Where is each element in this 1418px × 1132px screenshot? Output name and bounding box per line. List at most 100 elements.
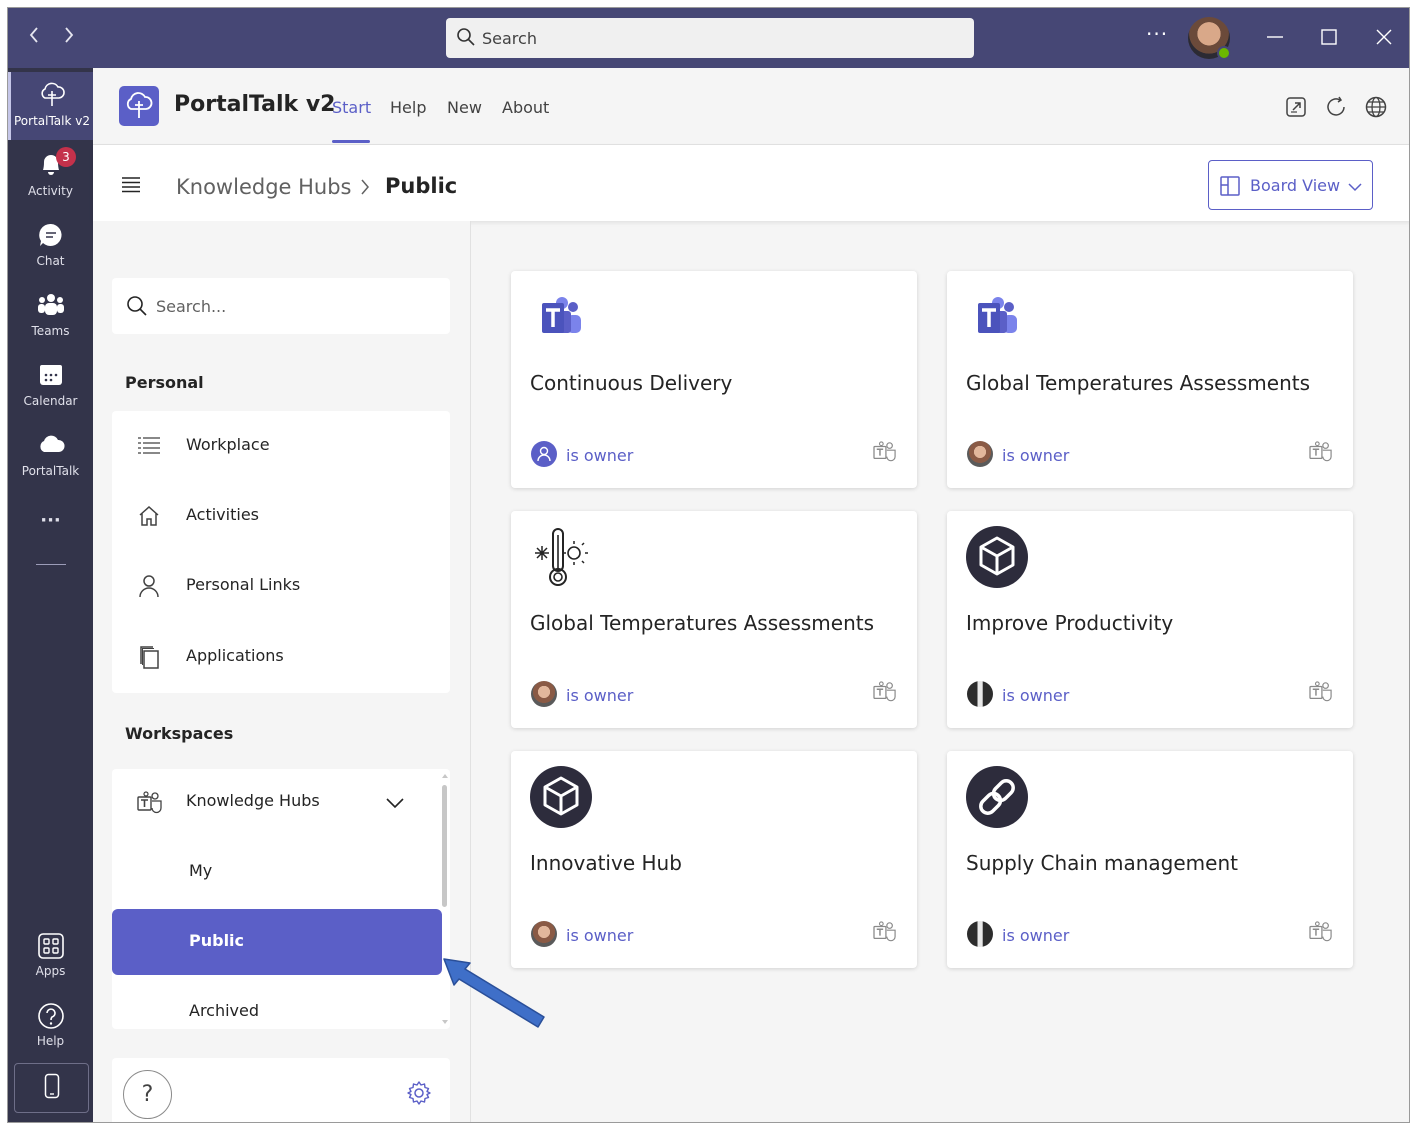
notification-badge: 3 — [56, 147, 76, 167]
workspace-item-my[interactable]: My — [112, 839, 442, 905]
teams-small-icon[interactable] — [873, 921, 897, 943]
owner-label: is owner — [1002, 926, 1070, 945]
board-view-label: Board View — [1250, 176, 1341, 195]
side-panel: Personal Workplace Activities Personal L… — [93, 221, 471, 1122]
owner-avatar — [967, 681, 993, 707]
global-search[interactable] — [446, 18, 974, 58]
tab-new[interactable]: New — [447, 98, 482, 117]
rail-label: Apps — [35, 964, 66, 978]
rail-label: PortalTalk v2 — [13, 114, 90, 128]
workspace-item-label: Public — [189, 931, 245, 950]
help-button[interactable]: ? — [123, 1070, 172, 1119]
workspace-card[interactable]: Innovative Hub is owner — [511, 751, 917, 968]
owner-label: is owner — [566, 446, 634, 465]
annotation-arrow-icon — [440, 955, 548, 1035]
card-title: Supply Chain management — [966, 851, 1238, 875]
tab-start[interactable]: Start — [332, 98, 371, 117]
gear-icon[interactable] — [406, 1080, 432, 1110]
nav-item-workplace[interactable]: Workplace — [112, 411, 450, 481]
rail-item-teams[interactable]: Teams — [8, 282, 93, 350]
board-view-dropdown[interactable]: Board View — [1208, 160, 1373, 210]
owner-label: is owner — [1002, 686, 1070, 705]
close-icon[interactable] — [1369, 22, 1399, 52]
workspaces-list: Knowledge Hubs My Public Archived — [112, 769, 450, 1029]
home-icon — [137, 504, 161, 528]
workspace-group-knowledge-hubs[interactable]: Knowledge Hubs — [112, 769, 442, 835]
chevron-down-icon[interactable] — [385, 795, 405, 814]
owner-avatar — [967, 441, 993, 467]
rail-item-portaltalk-v2[interactable]: PortalTalk v2 — [8, 72, 93, 140]
globe-icon[interactable] — [1364, 95, 1388, 119]
rail-item-chat[interactable]: Chat — [8, 212, 93, 280]
rail-more[interactable]: ··· — [8, 502, 93, 552]
card-title: Improve Productivity — [966, 611, 1174, 635]
rail-label: Teams — [31, 324, 70, 338]
user-avatar[interactable] — [1188, 17, 1231, 60]
teams-logo-icon — [529, 285, 593, 349]
forward-arrow-icon[interactable] — [59, 26, 79, 48]
rail-item-activity[interactable]: 3 Activity — [8, 142, 93, 210]
search-icon — [456, 27, 476, 51]
refresh-icon[interactable] — [1324, 95, 1348, 119]
workspace-card[interactable]: Global Temperatures Assessments is owner — [511, 511, 917, 728]
owner-avatar — [531, 441, 557, 467]
nav-item-personal-links[interactable]: Personal Links — [112, 551, 450, 621]
teams-small-icon[interactable] — [873, 681, 897, 703]
mobile-phone-icon — [44, 1073, 60, 1103]
mobile-device-button[interactable] — [14, 1063, 89, 1113]
tab-about[interactable]: About — [502, 98, 549, 117]
teams-small-icon[interactable] — [1309, 441, 1333, 463]
nav-item-label: Personal Links — [186, 575, 301, 594]
workspace-card[interactable]: Global Temperatures Assessments is owner — [947, 271, 1353, 488]
scroll-up-icon[interactable] — [441, 773, 449, 779]
cube-icon — [529, 765, 593, 829]
nav-item-label: Applications — [186, 646, 284, 665]
workspace-item-label: Archived — [189, 1001, 260, 1020]
breadcrumb-parent[interactable]: Knowledge Hubs — [176, 175, 352, 199]
panel-search-input[interactable] — [156, 292, 436, 320]
teams-small-icon[interactable] — [873, 441, 897, 463]
app-rail: PortalTalk v2 3 Activity Chat Teams Cale… — [8, 68, 93, 1122]
link-icon — [965, 765, 1029, 829]
rail-item-apps[interactable]: Apps — [8, 922, 93, 990]
teams-small-icon[interactable] — [1309, 681, 1333, 703]
nav-item-applications[interactable]: Applications — [112, 622, 450, 692]
workspace-item-archived[interactable]: Archived — [112, 979, 442, 1029]
minimize-icon[interactable] — [1260, 22, 1290, 52]
search-icon — [126, 295, 148, 321]
nav-item-activities[interactable]: Activities — [112, 481, 450, 551]
card-title: Innovative Hub — [530, 851, 682, 875]
global-search-input[interactable] — [482, 24, 962, 52]
scrollbar-thumb[interactable] — [442, 785, 447, 907]
person-icon — [137, 574, 161, 598]
rail-item-help[interactable]: Help — [8, 992, 93, 1060]
hamburger-menu-icon[interactable] — [121, 175, 141, 197]
apps-icon — [8, 932, 93, 962]
card-title: Continuous Delivery — [530, 371, 733, 395]
card-title: Global Temperatures Assessments — [530, 611, 875, 635]
chevron-right-icon — [359, 178, 371, 200]
owner-avatar — [531, 921, 557, 947]
chevron-down-icon — [1347, 178, 1363, 197]
board-layout-icon — [1220, 176, 1240, 200]
workspace-card[interactable]: Improve Productivity is owner — [947, 511, 1353, 728]
teams-small-icon[interactable] — [1309, 921, 1333, 943]
workspace-item-public[interactable]: Public — [112, 909, 442, 975]
app-header: PortalTalk v2 Start Help New About — [93, 68, 1409, 145]
popout-icon[interactable] — [1284, 95, 1308, 119]
maximize-icon[interactable] — [1314, 22, 1344, 52]
workspace-card[interactable]: Continuous Delivery is owner — [511, 271, 917, 488]
rail-divider — [36, 564, 66, 565]
workspace-card[interactable]: Supply Chain management is owner — [947, 751, 1353, 968]
teams-logo-icon — [965, 285, 1029, 349]
back-arrow-icon[interactable] — [24, 26, 44, 48]
teams-icon — [8, 292, 93, 322]
title-bar: ··· — [8, 8, 1409, 68]
panel-search[interactable] — [112, 278, 450, 334]
tab-help[interactable]: Help — [390, 98, 426, 117]
rail-item-calendar[interactable]: Calendar — [8, 352, 93, 420]
personal-list: Workplace Activities Personal Links Appl… — [112, 411, 450, 693]
more-options-icon[interactable]: ··· — [1146, 22, 1168, 46]
rail-item-portaltalk[interactable]: PortalTalk — [8, 422, 93, 490]
nav-item-label: Workplace — [186, 435, 270, 454]
